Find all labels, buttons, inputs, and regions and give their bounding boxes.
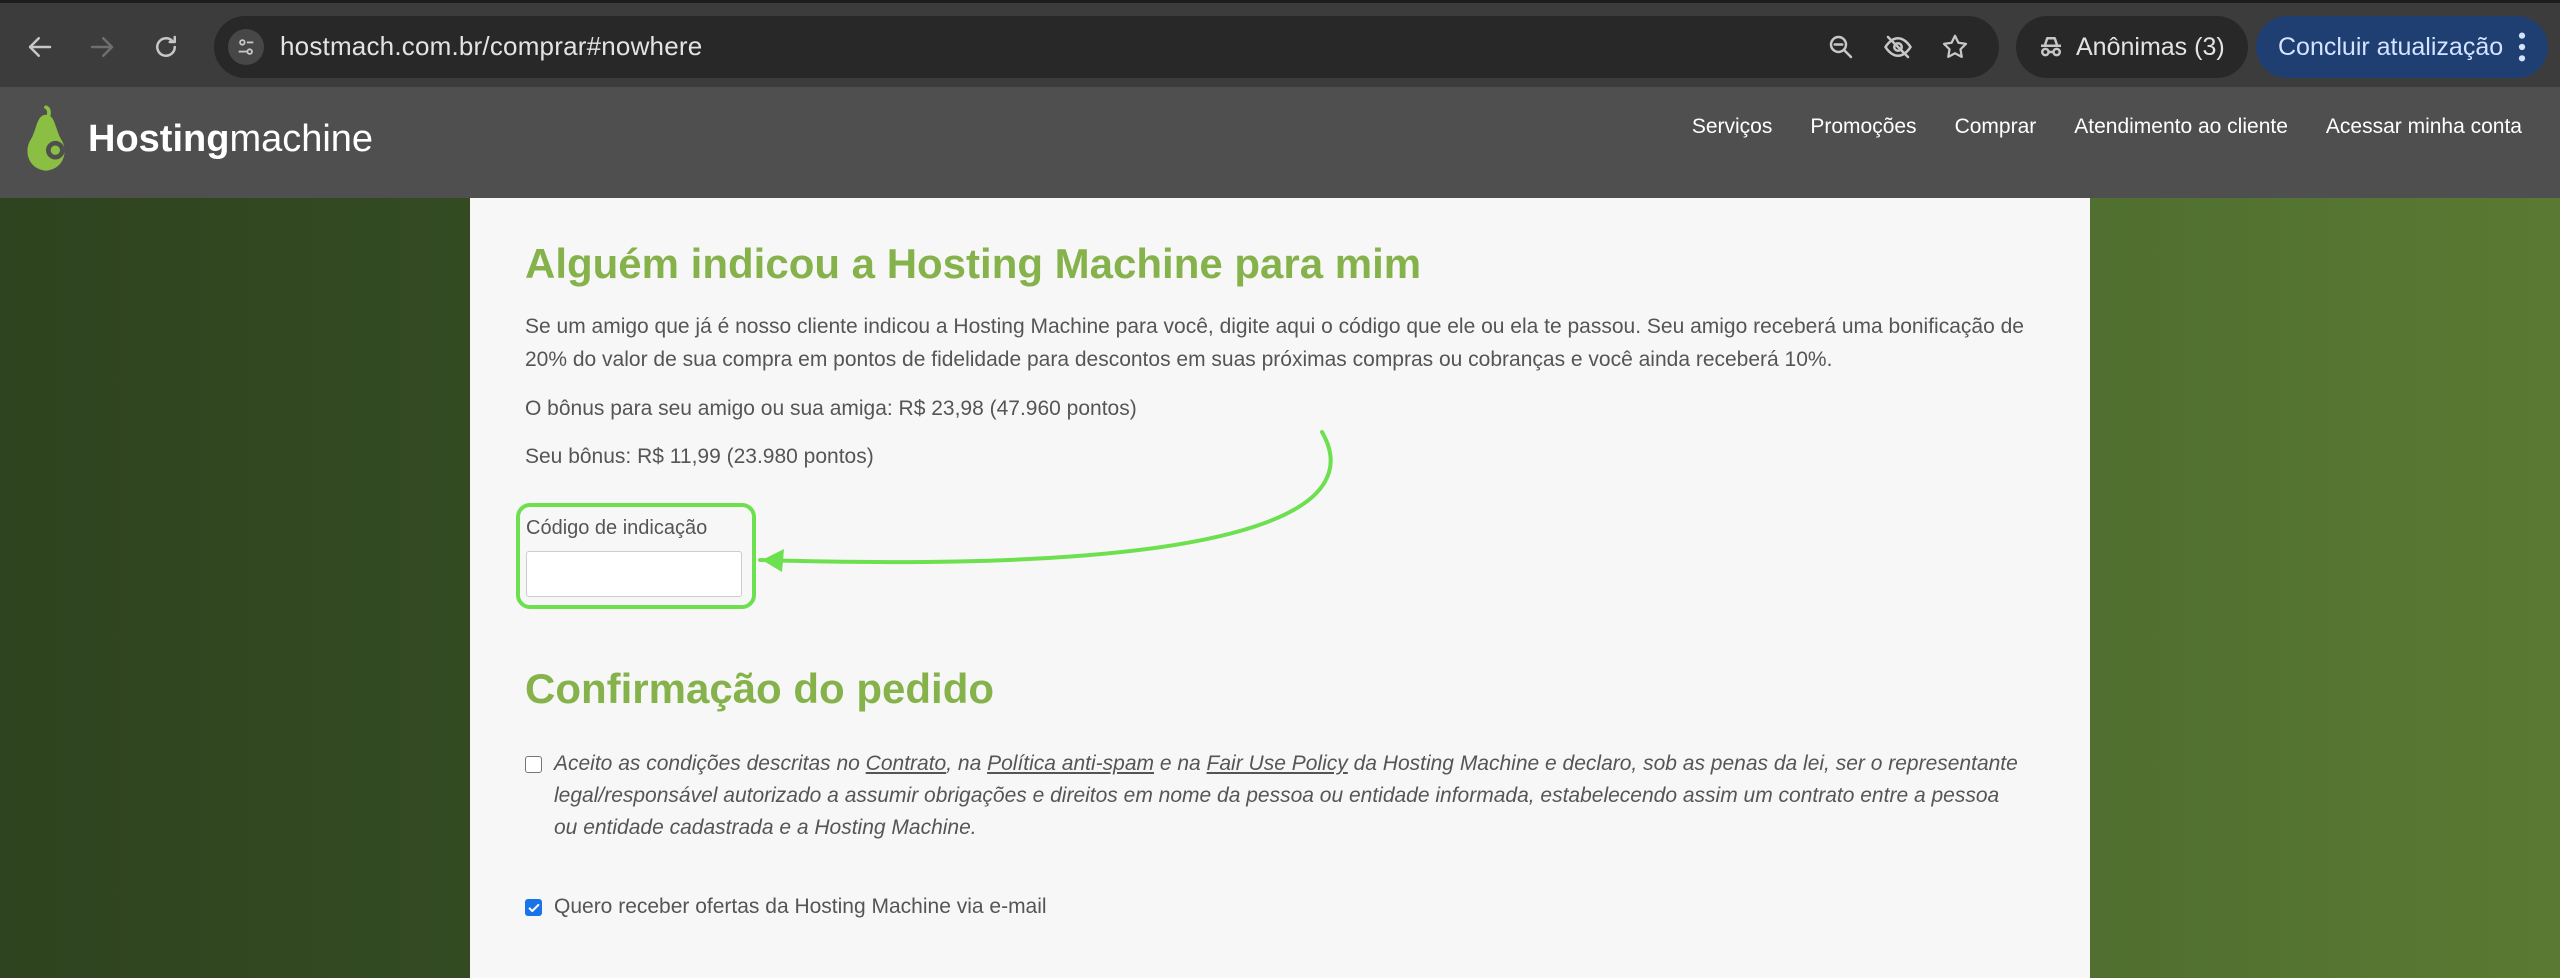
referral-code-input[interactable] xyxy=(526,551,742,597)
incognito-icon xyxy=(2041,37,2061,57)
checkout-panel: Alguém indicou a Hosting Machine para mi… xyxy=(470,198,2090,978)
star-icon xyxy=(1942,34,1968,58)
nav-item-servicos[interactable]: Serviços xyxy=(1692,115,1773,139)
site-logo[interactable]: Hostingmachine xyxy=(18,101,373,177)
terms-checkbox[interactable] xyxy=(525,756,542,773)
logo-wordmark: Hostingmachine xyxy=(88,117,374,160)
nav-item-minha-conta[interactable]: Acessar minha conta xyxy=(2326,115,2522,139)
nav-item-promocoes[interactable]: Promoções xyxy=(1810,115,1916,139)
back-button[interactable] xyxy=(18,25,62,69)
friend-bonus-text: O bônus para seu amigo ou sua amiga: R$ … xyxy=(525,397,1137,420)
confirmation-title: Confirmação do pedido xyxy=(525,665,995,712)
referral-title: Alguém indicou a Hosting Machine para mi… xyxy=(525,240,1422,287)
url-text[interactable]: hostmach.com.br/comprar#nowhere xyxy=(280,31,702,62)
referral-description: Se um amigo que já é nosso cliente indic… xyxy=(525,315,2024,371)
optin-label: Quero receber ofertas da Hosting Machine… xyxy=(554,895,1047,918)
tune-icon xyxy=(238,39,254,55)
terms-row: Aceito as condições descritas no Contrat… xyxy=(525,748,2024,844)
more-vert-icon[interactable] xyxy=(2512,30,2532,64)
back-arrow-icon xyxy=(28,37,52,57)
eye-off-icon xyxy=(1884,35,1912,59)
main-nav: Serviços Promoções Comprar Atendimento a… xyxy=(1692,115,2522,139)
antispam-policy-link[interactable]: Política anti-spam xyxy=(987,752,1154,775)
address-bar[interactable]: hostmach.com.br/comprar#nowhere xyxy=(214,16,1999,78)
site-info-button[interactable] xyxy=(228,29,264,65)
referral-code-highlight: Código de indicação xyxy=(516,503,756,609)
zoom-out-icon xyxy=(1829,35,1853,59)
contract-link[interactable]: Contrato xyxy=(866,752,947,775)
browser-toolbar: hostmach.com.br/comprar#nowhere Anônimas… xyxy=(0,0,2560,87)
update-label: Concluir atualização xyxy=(2278,32,2504,61)
forward-arrow-icon xyxy=(90,37,114,57)
referral-code-label: Código de indicação xyxy=(526,517,708,539)
optin-row: Quero receber ofertas da Hosting Machine… xyxy=(525,891,1047,923)
site-header: Hostingmachine Serviços Promoções Compra… xyxy=(0,87,2560,198)
bookmark-button[interactable] xyxy=(1938,30,1972,64)
optin-checkbox[interactable] xyxy=(525,899,542,916)
reload-button[interactable] xyxy=(144,25,188,69)
zoom-button[interactable] xyxy=(1824,30,1858,64)
pear-gear-logo-icon xyxy=(27,105,65,171)
checkmark-icon xyxy=(528,903,539,912)
your-bonus-text: Seu bônus: R$ 11,99 (23.980 pontos) xyxy=(525,445,874,468)
nav-item-comprar[interactable]: Comprar xyxy=(1955,115,2037,139)
incognito-button[interactable]: Anônimas (3) xyxy=(2016,16,2248,78)
forward-button[interactable] xyxy=(80,25,124,69)
reload-icon xyxy=(156,35,176,57)
nav-item-atendimento[interactable]: Atendimento ao cliente xyxy=(2074,115,2288,139)
incognito-label: Anônimas (3) xyxy=(2076,32,2225,61)
terms-text: Aceito as condições descritas no Contrat… xyxy=(554,752,2018,839)
tracking-protection-button[interactable] xyxy=(1881,30,1915,64)
fair-use-policy-link[interactable]: Fair Use Policy xyxy=(1207,752,1348,775)
update-button[interactable]: Concluir atualização xyxy=(2256,16,2548,78)
